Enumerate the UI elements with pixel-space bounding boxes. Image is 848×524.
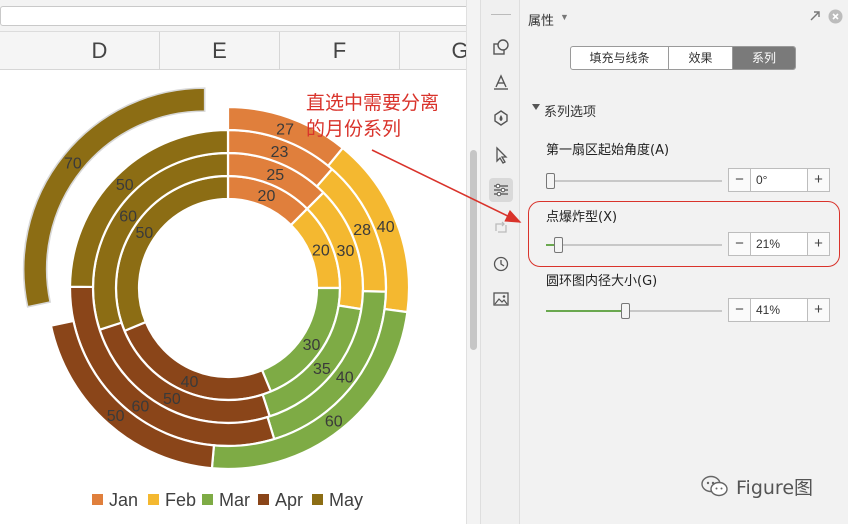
data-label: 70 xyxy=(64,155,82,172)
vertical-scrollbar[interactable] xyxy=(466,0,480,524)
data-label: 60 xyxy=(132,398,150,415)
legend-label-feb: Feb xyxy=(165,490,196,510)
section-title: 系列选项 xyxy=(544,105,597,120)
legend-swatch-mar xyxy=(202,494,213,505)
legend-label-apr: Apr xyxy=(275,490,303,510)
spreadsheet-area[interactable]: D E F G 20 20 30 40 50 25 30 35 50 60 23 28 40 60 50 27… xyxy=(0,0,466,524)
hole-size-label: 圆环图内径大小(G) xyxy=(546,274,658,289)
data-label: 27 xyxy=(276,121,294,138)
data-label: 20 xyxy=(312,243,330,260)
shape-icon[interactable] xyxy=(489,35,513,59)
slider-thumb[interactable] xyxy=(545,173,555,189)
pin-icon[interactable] xyxy=(808,9,822,23)
slider-fill xyxy=(546,310,626,312)
scrollbar-thumb[interactable] xyxy=(470,150,477,350)
data-label: 30 xyxy=(337,243,355,260)
legend-label-mar: Mar xyxy=(219,490,250,510)
fill-drop-icon[interactable] xyxy=(489,106,513,130)
chevron-down-icon[interactable]: ▼ xyxy=(560,12,569,22)
legend-swatch-jan xyxy=(92,494,103,505)
watermark: Figure图 xyxy=(700,472,813,500)
data-label: 50 xyxy=(116,177,134,194)
first-slice-angle-input[interactable]: 0° xyxy=(751,169,807,191)
slider-thumb[interactable] xyxy=(621,303,631,319)
first-slice-angle-stepper: − 0° + xyxy=(728,168,830,192)
annotation-text: 直选中需要分离的月份系列 xyxy=(306,92,440,140)
data-label: 23 xyxy=(271,144,289,161)
increment-button[interactable]: + xyxy=(807,299,829,321)
legend-swatch-may xyxy=(312,494,323,505)
decrement-button[interactable]: − xyxy=(729,299,751,321)
hole-size-slider[interactable] xyxy=(546,303,722,319)
first-slice-angle-label: 第一扇区起始角度(A) xyxy=(546,143,670,158)
history-icon[interactable] xyxy=(489,252,513,276)
properties-panel: 属性 ▼ 填充与线条 效果 系列 系列选项 第一扇区起始角度(A) − 0° +… xyxy=(520,0,848,524)
data-label: 25 xyxy=(266,167,284,184)
column-header-d[interactable]: D xyxy=(40,32,160,70)
column-headers: D E F G xyxy=(0,32,466,70)
tab-fill-and-line[interactable]: 填充与线条 xyxy=(571,47,669,69)
data-label: 50 xyxy=(136,225,154,242)
section-series-options[interactable]: 系列选项 xyxy=(532,101,596,120)
data-label: 40 xyxy=(377,219,395,236)
data-label: 60 xyxy=(119,208,137,225)
wechat-icon xyxy=(701,475,728,497)
data-label: 50 xyxy=(163,391,181,408)
close-icon[interactable] xyxy=(828,9,843,24)
cursor-icon[interactable] xyxy=(489,143,513,167)
image-icon[interactable] xyxy=(489,287,513,311)
data-label: 35 xyxy=(313,361,331,378)
legend-swatch-apr xyxy=(258,494,269,505)
formula-input[interactable] xyxy=(0,6,466,26)
tab-effects[interactable]: 效果 xyxy=(669,47,733,69)
data-label: 60 xyxy=(325,413,343,430)
watermark-text: Figure图 xyxy=(736,476,814,499)
hole-size-input[interactable]: 41% xyxy=(751,299,807,321)
data-label: 28 xyxy=(353,222,371,239)
column-header-f[interactable]: F xyxy=(280,32,400,70)
decrement-button[interactable]: − xyxy=(729,169,751,191)
legend-swatch-feb xyxy=(148,494,159,505)
text-style-icon[interactable] xyxy=(489,70,513,94)
rail-divider xyxy=(491,14,511,15)
column-header-e[interactable]: E xyxy=(160,32,280,70)
tool-rail xyxy=(480,0,520,524)
legend-label-jan: Jan xyxy=(109,490,138,510)
rotate-icon xyxy=(489,216,513,240)
panel-tabs: 填充与线条 效果 系列 xyxy=(570,46,796,70)
formula-bar xyxy=(0,0,466,32)
increment-button[interactable]: + xyxy=(807,169,829,191)
data-label: 30 xyxy=(303,337,321,354)
first-slice-angle-slider[interactable] xyxy=(545,173,722,189)
hole-size-stepper: − 41% + xyxy=(728,298,830,322)
data-label: 50 xyxy=(107,408,125,425)
data-label: 20 xyxy=(258,188,276,205)
legend-label-may: May xyxy=(329,490,363,510)
data-label: 40 xyxy=(181,374,199,391)
series-options-icon[interactable] xyxy=(489,178,513,202)
tab-series[interactable]: 系列 xyxy=(733,47,795,69)
data-label: 40 xyxy=(336,370,354,387)
highlight-outline xyxy=(528,201,840,267)
panel-title[interactable]: 属性 xyxy=(528,10,554,29)
column-header-g[interactable]: G xyxy=(400,32,466,70)
